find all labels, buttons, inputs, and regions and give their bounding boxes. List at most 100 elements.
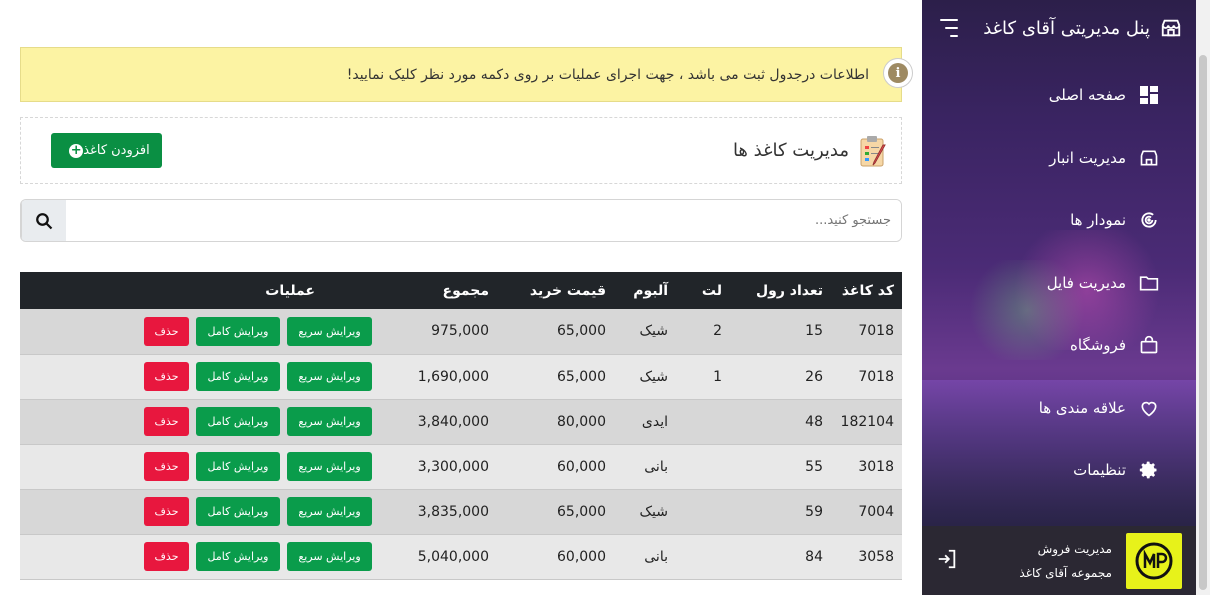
sidebar-item-home[interactable]: صفحه اصلی [922,64,1196,127]
table-cell: 1 [676,354,730,400]
table-cell [676,534,730,580]
sidebar-item-files[interactable]: مدیریت فایل [922,252,1196,315]
table-cell [676,444,730,490]
plus-circle-icon: + [69,142,84,158]
full-edit-button[interactable]: ویرایش کامل [196,407,280,436]
delete-button[interactable]: حذف [144,542,189,571]
actions-cell: ویرایش سریع ویرایش کامل حذف [20,444,380,490]
table-cell: 3,835,000 [380,489,497,535]
table-cell [676,399,730,445]
actions-cell: ویرایش سریع ویرایش کامل حذف [20,534,380,580]
quick-edit-button[interactable]: ویرایش سریع [287,497,372,526]
quick-edit-button[interactable]: ویرایش سریع [287,407,372,436]
table-cell: بانی [614,444,676,490]
actions-group: ویرایش سریع ویرایش کامل حذف [20,407,372,436]
sidebar-item-settings[interactable]: تنظیمات [922,439,1196,502]
table-cell: 3,300,000 [380,444,497,490]
search-input[interactable] [66,200,901,241]
footer-line2: مجموعه آقای کاغذ [1019,565,1112,580]
table-row: 182104 48 ایدی 80,000 3,840,000 ویرایش سریع وی… [20,399,902,445]
table-cell: 975,000 [380,309,497,355]
delete-button[interactable]: حذف [144,316,189,346]
table-cell: شیک [614,489,676,535]
column-header: لت [701,282,722,299]
sidebar-item-label: تنظیمات [1073,461,1126,480]
brand-logo [1126,532,1182,589]
quick-edit-button[interactable]: ویرایش سریع [287,362,372,391]
column-header: عملیات [265,282,315,299]
table-cell: 7004 [831,489,902,535]
sidebar-title: پنل مدیریتی آقای کاغذ [983,17,1150,39]
column-header: تعداد رول [755,282,823,299]
chart-icon [1138,209,1160,231]
table-cell: 7018 [831,309,902,355]
table-cell: 15 [730,309,831,355]
full-edit-button[interactable]: ویرایش کامل [196,362,280,391]
sidebar-item-label: صفحه اصلی [1048,86,1126,105]
quick-edit-button[interactable]: ویرایش سریع [287,316,372,346]
footer-line1: مدیریت فروش [1037,541,1112,556]
scrollbar-thumb[interactable] [1199,55,1207,590]
sidebar-item-favorites[interactable]: علاقه مندی ها [922,377,1196,440]
delete-button[interactable]: حذف [144,497,189,526]
actions-cell: ویرایش سریع ویرایش کامل حذف [20,309,380,355]
add-paper-button[interactable]: افزودن کاغذ + [51,133,162,168]
full-edit-button[interactable]: ویرایش کامل [196,497,280,526]
main-content: i اطلاعات درجدول ثبت می باشد ، جهت اجرای… [20,0,913,595]
search-button[interactable] [21,200,66,241]
logout-icon[interactable] [936,548,958,574]
table-row: 7018 26 1 شیک 65,000 1,690,000 ویرایش سریع ویرا… [20,354,902,400]
table-cell: 55 [730,444,831,490]
shopping-bag-icon [1138,334,1160,356]
sidebar-item-shop[interactable]: فروشگاه [922,314,1196,377]
sidebar: پنل مدیریتی آقای کاغذ صفحه اصلی مدیریت ا… [922,0,1196,595]
table-cell [676,489,730,535]
info-alert: i اطلاعات درجدول ثبت می باشد ، جهت اجرای… [20,47,913,102]
table-cell: بانی [614,534,676,580]
search-icon [36,212,53,229]
search-bar [20,199,902,242]
table-cell: 80,000 [497,399,614,445]
table-cell: 3018 [831,444,902,490]
table-cell: 7018 [831,354,902,400]
table-header-row: کد کاغذ تعداد رول لت آلبوم قیمت خرید مجم… [20,272,902,309]
sidebar-item-label: علاقه مندی ها [1038,398,1126,417]
page-scrollbar[interactable] [1196,0,1210,595]
papers-table: کد کاغذ تعداد رول لت آلبوم قیمت خرید مجم… [20,272,902,580]
full-edit-button[interactable]: ویرایش کامل [196,452,280,481]
quick-edit-button[interactable]: ویرایش سریع [287,452,372,481]
delete-button[interactable]: حذف [144,362,189,391]
table-cell: 182104 [831,399,902,445]
menu-toggle-icon[interactable] [936,19,958,37]
page-header-card: مدیریت کاغذ ها افزودن کاغذ + [20,117,902,184]
table-row: 3018 55 بانی 60,000 3,300,000 ویرایش سریع ویرا… [20,444,902,490]
full-edit-button[interactable]: ویرایش کامل [196,316,280,346]
table-row: 7004 59 شیک 65,000 3,835,000 ویرایش سریع ویرای… [20,489,902,535]
delete-button[interactable]: حذف [144,407,189,436]
full-edit-button[interactable]: ویرایش کامل [196,542,280,571]
dashboard-icon [1138,84,1160,106]
sidebar-item-charts[interactable]: نمودار ها [922,189,1196,252]
store-icon [1138,147,1160,169]
actions-cell: ویرایش سریع ویرایش کامل حذف [20,354,380,400]
sidebar-item-warehouse[interactable]: مدیریت انبار [922,127,1196,190]
actions-group: ویرایش سریع ویرایش کامل حذف [20,362,372,391]
table-row: 3058 84 بانی 60,000 5,040,000 ویرایش سریع ویرا… [20,534,902,580]
folder-icon [1138,272,1160,294]
sidebar-footer: مدیریت فروش مجموعه آقای کاغذ [922,526,1196,595]
quick-edit-button[interactable]: ویرایش سریع [287,542,372,571]
table-cell: 60,000 [497,444,614,490]
page-title: مدیریت کاغذ ها [162,135,887,167]
gear-icon [1138,459,1160,481]
delete-button[interactable]: حذف [144,452,189,481]
column-header: آلبوم [633,282,668,299]
actions-cell: ویرایش سریع ویرایش کامل حذف [20,489,380,535]
table-cell: شیک [614,354,676,400]
column-header: کد کاغذ [841,282,894,299]
table-cell: 48 [730,399,831,445]
actions-group: ویرایش سریع ویرایش کامل حذف [20,497,372,526]
table-cell: ایدی [614,399,676,445]
column-header: قیمت خرید [529,282,606,299]
table-cell: 65,000 [497,354,614,400]
table-cell: 59 [730,489,831,535]
